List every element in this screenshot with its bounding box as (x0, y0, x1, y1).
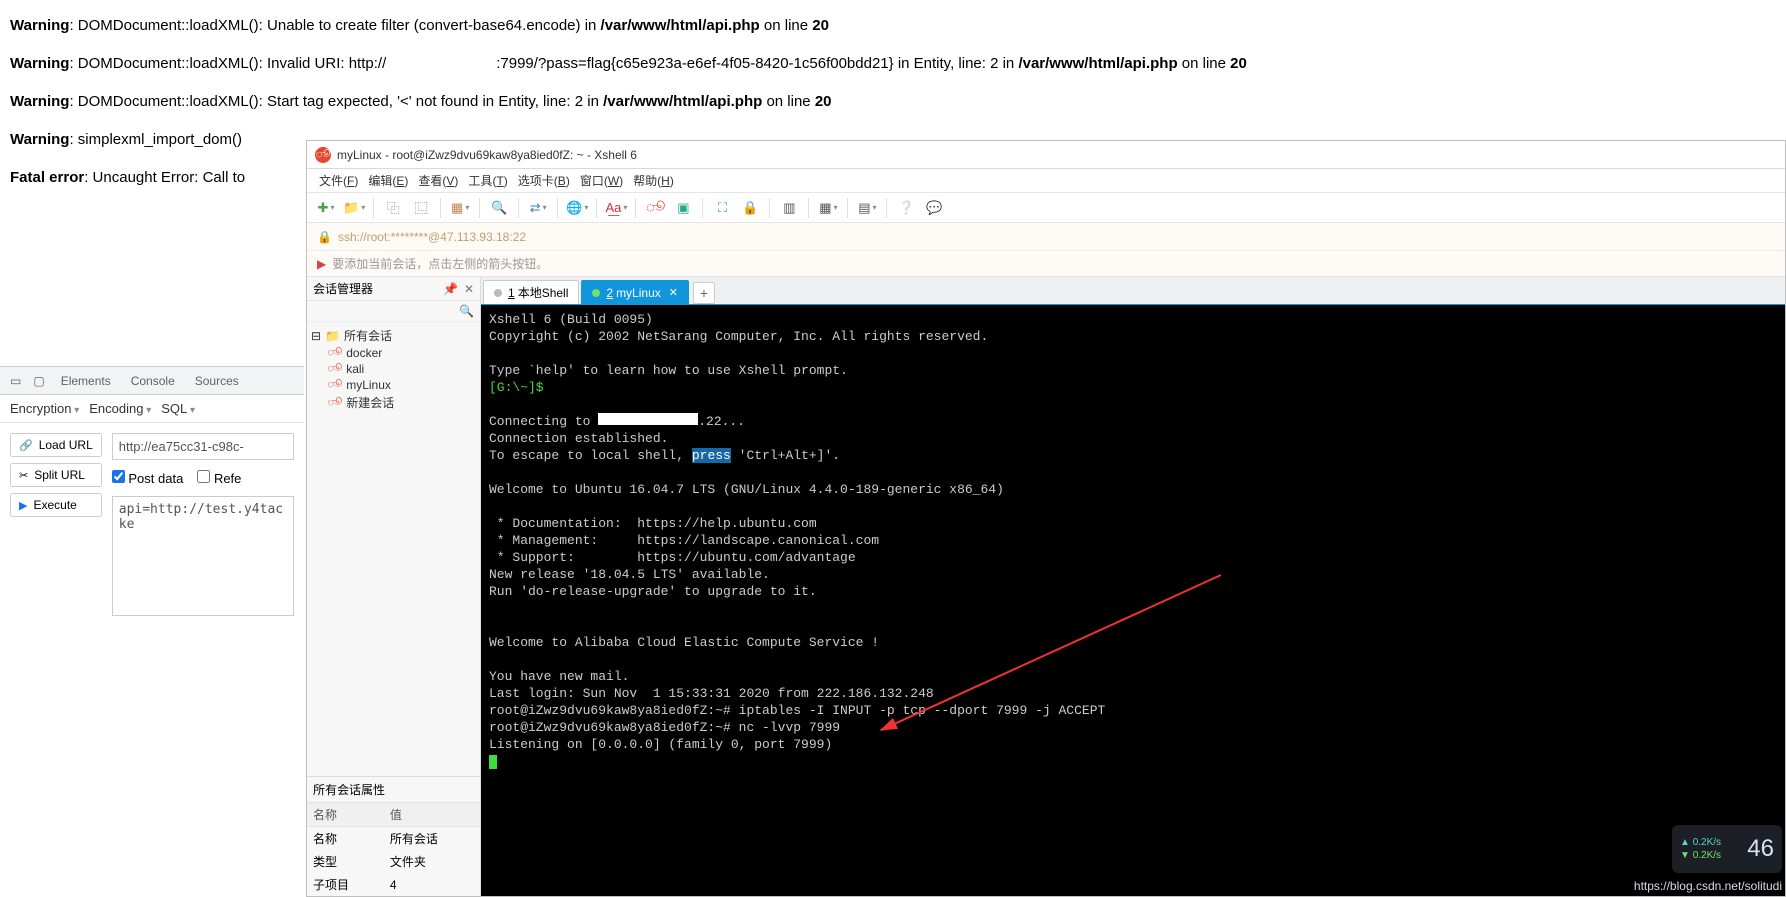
encoding-dropdown[interactable]: Encoding (89, 401, 151, 416)
flag-icon: ▶ (317, 257, 326, 271)
session-manager-title: 会话管理器 (313, 280, 373, 297)
redacted-area (386, 54, 496, 68)
menu-tab[interactable]: 选项卡(B) (514, 170, 574, 191)
xftp-icon[interactable]: ▣ (672, 197, 694, 219)
toolbar: ✚ 📁 ⿻ ⿺ ▦ 🔍 ⇄ 🌐 A͟a ூ ▣ ⛶ 🔒 ▥ ▦ ▤ ❔ 💬 (307, 193, 1785, 223)
props-button[interactable]: ▦ (449, 197, 471, 219)
menubar: 文件(F) 编辑(E) 查看(V) 工具(T) 选项卡(B) 窗口(W) 帮助(… (307, 169, 1785, 193)
help-icon[interactable]: ❔ (895, 197, 917, 219)
session-icon: ூ (327, 397, 342, 409)
fullscreen-icon[interactable]: ⛶ (711, 197, 733, 219)
hackbar-sec: Encryption Encoding SQL (0, 395, 304, 423)
encryption-dropdown[interactable]: Encryption (10, 401, 79, 416)
globe-button[interactable]: 🌐 (566, 197, 588, 219)
session-icon: ூ (327, 347, 342, 359)
scissors-icon: ✂ (19, 469, 28, 482)
font-button[interactable]: A͟a (605, 197, 627, 219)
referer-check[interactable]: Refe (197, 470, 241, 486)
lock-icon: 🔒 (317, 230, 332, 244)
search-button[interactable]: 🔍 (488, 197, 510, 219)
terminal-tabs: 1 本地Shell 2 myLinux✕ + (481, 277, 1785, 305)
session-mylinux[interactable]: myLinux (346, 378, 391, 392)
session-docker[interactable]: docker (346, 346, 382, 360)
collapse-icon[interactable]: ⊟ (311, 329, 321, 343)
xshell-icon: ூ (315, 147, 331, 163)
session-icon: ூ (327, 363, 342, 375)
new-button[interactable]: ✚ (315, 197, 337, 219)
menu-window[interactable]: 窗口(W) (576, 170, 627, 191)
transfer-button[interactable]: ⇄ (527, 197, 549, 219)
tab-local-shell[interactable]: 1 本地Shell (483, 280, 579, 304)
tab-mylinux[interactable]: 2 myLinux✕ (581, 280, 689, 304)
paste-button[interactable]: ⿺ (410, 197, 432, 219)
session-manager: 会话管理器 📌✕ 🔍 ⊟📁所有会话 ூdocker ூkali ூmyLinux… (307, 277, 481, 896)
network-speed-overlay: ▲ 0.2K/s ▼ 0.2K/s 46 (1672, 825, 1782, 873)
sql-dropdown[interactable]: SQL (161, 401, 195, 416)
terminal-cursor (489, 755, 497, 769)
open-button[interactable]: 📁 (343, 197, 365, 219)
url-bar[interactable]: 🔒 ssh://root:********@47.113.93.18:22 (307, 223, 1785, 251)
add-tab-button[interactable]: + (693, 282, 715, 304)
hint-bar: ▶ 要添加当前会话，点击左侧的箭头按钮。 (307, 251, 1785, 277)
xshell-window: ூ myLinux - root@iZwz9dvu69kaw8ya8ied0fZ… (306, 140, 1786, 897)
tab-elements[interactable]: Elements (51, 367, 121, 395)
warn-label: Warning (10, 93, 69, 110)
window-title: myLinux - root@iZwz9dvu69kaw8ya8ied0fZ: … (337, 148, 637, 162)
execute-button[interactable]: ▶Execute (10, 493, 102, 517)
watermark: https://blog.csdn.net/solitudi (1634, 879, 1782, 893)
session-properties: 所有会话属性 名称值 名称所有会话 类型文件夹 子项目4 (307, 776, 480, 896)
url-input[interactable] (112, 433, 294, 460)
layout2-icon[interactable]: ▦ (817, 197, 839, 219)
lock-icon[interactable]: 🔒 (739, 197, 761, 219)
devtools-panel: ▭ ▢ Elements Console Sources Encryption … (0, 366, 304, 626)
session-new[interactable]: 新建会话 (346, 394, 394, 411)
layout3-icon[interactable]: ▤ (856, 197, 878, 219)
warn-label: Warning (10, 55, 69, 72)
redacted-area (598, 413, 698, 425)
play-icon: ▶ (19, 499, 27, 512)
chat-icon[interactable]: 💬 (923, 197, 945, 219)
session-tree[interactable]: ⊟📁所有会话 ூdocker ூkali ூmyLinux ூ新建会话 (307, 322, 480, 776)
pin-icon[interactable]: 📌 (443, 282, 458, 296)
session-icon: ூ (327, 379, 342, 391)
warn-label: Fatal error (10, 169, 84, 186)
link-icon: 🔗 (19, 439, 33, 452)
menu-edit[interactable]: 编辑(E) (364, 170, 412, 191)
load-url-button[interactable]: 🔗Load URL (10, 433, 102, 457)
postdata-textarea[interactable]: api=http://test.y4tacke (112, 496, 294, 616)
device-icon[interactable]: ▢ (33, 374, 44, 388)
close-icon[interactable]: ✕ (464, 282, 474, 296)
copy-button[interactable]: ⿻ (382, 197, 404, 219)
inspect-icon[interactable]: ▭ (10, 374, 21, 388)
xshell-red-icon[interactable]: ூ (644, 197, 666, 219)
session-kali[interactable]: kali (346, 362, 364, 376)
warn-label: Warning (10, 17, 69, 34)
tab-console[interactable]: Console (121, 367, 185, 395)
layout1-icon[interactable]: ▥ (778, 197, 800, 219)
close-icon[interactable]: ✕ (669, 286, 678, 299)
ssh-url: ssh://root:********@47.113.93.18:22 (338, 230, 526, 244)
menu-file[interactable]: 文件(F) (315, 170, 362, 191)
warn-label: Warning (10, 131, 69, 148)
tab-sources[interactable]: Sources (185, 367, 249, 395)
split-url-button[interactable]: ✂Split URL (10, 463, 102, 487)
postdata-check[interactable]: Post data (112, 470, 184, 486)
search-icon[interactable]: 🔍 (459, 304, 474, 318)
menu-help[interactable]: 帮助(H) (629, 170, 678, 191)
arrow-annotation (861, 565, 1231, 745)
devtools-tabbar: ▭ ▢ Elements Console Sources (0, 367, 304, 395)
terminal[interactable]: Xshell 6 (Build 0095) Copyright (c) 2002… (481, 305, 1785, 896)
folder-icon: 📁 (325, 329, 340, 343)
titlebar: ூ myLinux - root@iZwz9dvu69kaw8ya8ied0fZ… (307, 141, 1785, 169)
menu-tools[interactable]: 工具(T) (464, 170, 511, 191)
menu-view[interactable]: 查看(V) (414, 170, 462, 191)
